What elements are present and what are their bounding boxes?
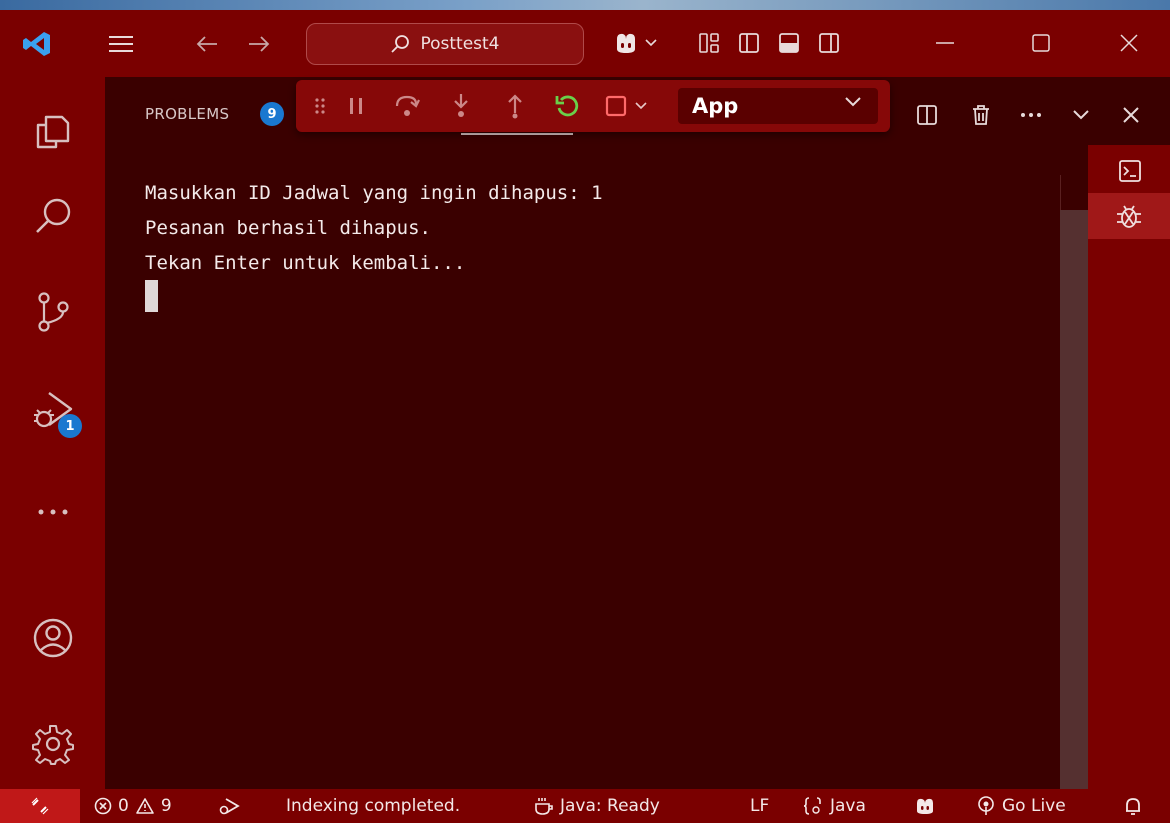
arrow-right-icon[interactable] (244, 30, 274, 58)
bell-icon[interactable] (1124, 789, 1142, 823)
terminal-line: Tekan Enter untuk kembali... (145, 252, 466, 274)
toggle-panel-icon[interactable] (774, 28, 804, 58)
language-status[interactable]: Java (802, 789, 866, 823)
active-tab-indicator (461, 133, 573, 135)
stop-icon (605, 95, 627, 117)
source-control-icon[interactable] (26, 285, 80, 339)
error-count: 0 (118, 796, 129, 816)
more-icon[interactable] (26, 485, 80, 539)
account-icon[interactable] (26, 611, 80, 665)
ellipsis-icon[interactable] (1017, 101, 1045, 129)
eol-status[interactable]: LF (750, 789, 769, 823)
arrow-left-icon[interactable] (192, 30, 222, 58)
terminal-scrollbar[interactable] (1060, 165, 1088, 789)
eol-text: LF (750, 796, 770, 816)
go-live-text: Go Live (1002, 796, 1066, 816)
step-over-icon[interactable] (392, 92, 422, 120)
terminal-line: Masukkan ID Jadwal yang ingin dihapus: 1 (145, 182, 603, 204)
debug-toolbar: App (296, 80, 890, 132)
stop-menu[interactable] (598, 92, 654, 120)
search-icon (390, 34, 410, 54)
broadcast-icon (976, 796, 996, 816)
terminal-output[interactable]: Masukkan ID Jadwal yang ingin dihapus: 1… (105, 165, 1060, 789)
scrollbar-track (1060, 175, 1088, 210)
settings-gear-icon[interactable] (26, 717, 80, 771)
drag-grip-icon[interactable] (310, 92, 330, 120)
run-debug-icon[interactable]: 1 (26, 382, 82, 438)
toggle-secondary-sidebar-icon[interactable] (814, 28, 844, 58)
search-view-icon[interactable] (26, 189, 80, 243)
java-status-text: Java: Ready (560, 796, 660, 816)
search-text: Posttest4 (420, 34, 500, 54)
minimize-icon[interactable] (930, 28, 960, 58)
vscode-logo-icon[interactable] (20, 30, 54, 58)
activity-bar: 1 (0, 77, 105, 789)
close-panel-icon[interactable] (1117, 101, 1145, 129)
indexing-text: Indexing completed. (286, 796, 461, 816)
language-text: Java (830, 796, 866, 816)
terminal-cursor (145, 280, 158, 312)
braces-icon (802, 796, 824, 816)
run-debug-badge: 1 (58, 414, 82, 438)
copilot-icon (914, 796, 936, 816)
chevron-down-icon (635, 102, 647, 110)
chevron-down-icon (844, 96, 862, 108)
restart-icon[interactable] (552, 92, 582, 120)
problems-status[interactable]: 0 9 (94, 789, 172, 823)
scrollbar-thumb[interactable] (1060, 210, 1088, 789)
customize-layout-icon[interactable] (694, 28, 724, 58)
trash-icon[interactable] (967, 101, 995, 129)
pause-icon[interactable] (344, 92, 368, 120)
coffee-icon (534, 796, 554, 816)
close-icon[interactable] (1114, 28, 1144, 58)
terminal-tabs-pane (1088, 145, 1170, 789)
error-icon (94, 797, 112, 815)
copilot-menu[interactable] (608, 28, 662, 58)
warning-count: 9 (160, 796, 172, 816)
copilot-status[interactable] (914, 789, 936, 823)
command-center-search[interactable]: Posttest4 (306, 23, 584, 65)
go-live-button[interactable]: Go Live (976, 789, 1066, 823)
copilot-icon (613, 31, 639, 55)
step-into-icon[interactable] (448, 92, 474, 120)
indexing-status[interactable]: Indexing completed. (286, 789, 460, 823)
debug-broadcast-icon[interactable] (218, 789, 240, 823)
split-terminal-icon[interactable] (913, 101, 941, 129)
chevron-down-icon (645, 39, 657, 47)
remote-icon[interactable] (0, 789, 80, 823)
toggle-primary-sidebar-icon[interactable] (734, 28, 764, 58)
problems-count-badge: 9 (260, 102, 284, 126)
step-out-icon[interactable] (502, 92, 528, 120)
maximize-icon[interactable] (1026, 28, 1056, 58)
debug-config-select[interactable]: App (678, 88, 878, 124)
tab-problems[interactable]: PROBLEMS (145, 105, 229, 123)
debug-config-label: App (692, 94, 739, 118)
java-status[interactable]: Java: Ready (534, 789, 660, 823)
explorer-icon[interactable] (26, 102, 80, 156)
warning-icon (135, 797, 155, 815)
chevron-down-icon[interactable] (1067, 101, 1095, 129)
status-bar: 0 9 Indexing completed. Java: Ready LF J… (0, 789, 1170, 823)
title-bar: Posttest4 (0, 10, 1170, 77)
terminal-icon[interactable] (1114, 155, 1146, 187)
debug-console-icon[interactable] (1088, 193, 1170, 239)
terminal-line: Pesanan berhasil dihapus. (145, 217, 431, 239)
menu-icon[interactable] (106, 32, 136, 56)
desktop-strip (0, 0, 1170, 10)
